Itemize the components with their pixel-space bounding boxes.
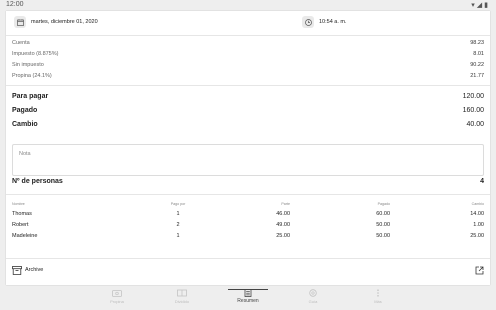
people-count-row[interactable]: Nº de personas 4 bbox=[12, 178, 484, 194]
cell-change: 14.00 bbox=[470, 211, 484, 217]
people-table: Nombre Pago por Parte Pagado Cambio Thom… bbox=[12, 200, 484, 244]
cell-pay-by: 1 bbox=[176, 211, 180, 217]
nav-item-mas[interactable]: Más bbox=[348, 289, 408, 304]
cell-name: Thomas bbox=[12, 211, 32, 217]
cell-paid: 50.00 bbox=[376, 233, 390, 239]
nav-item-guia[interactable]: Guía bbox=[283, 289, 343, 304]
total-value: 40.00 bbox=[466, 121, 484, 128]
nav-label: Dividido bbox=[174, 299, 190, 304]
people-label: Nº de personas bbox=[12, 178, 63, 185]
people-count: 4 bbox=[480, 178, 484, 185]
cell-paid: 60.00 bbox=[376, 211, 390, 217]
cell-name: Robert bbox=[12, 222, 29, 228]
status-bar: 12:00 ▾◢▮ bbox=[0, 0, 496, 11]
header-pago-por: Pago por bbox=[170, 202, 186, 206]
summary-label: Cuenta bbox=[12, 40, 30, 46]
divider bbox=[6, 85, 490, 86]
cell-paid: 50.00 bbox=[376, 222, 390, 228]
time-value[interactable]: 10:54 a. m. bbox=[319, 19, 347, 25]
summary-value: 90.22 bbox=[470, 62, 484, 68]
status-time: 12:00 bbox=[6, 1, 24, 8]
cell-name: Madeleine bbox=[12, 233, 38, 239]
header-parte: Parte bbox=[281, 202, 290, 206]
archive-icon[interactable] bbox=[12, 266, 22, 275]
summary-value: 21.77 bbox=[470, 73, 484, 79]
clock-icon[interactable] bbox=[302, 16, 314, 28]
cell-share: 25.00 bbox=[276, 233, 290, 239]
open-external-icon[interactable] bbox=[475, 266, 484, 275]
guide-icon bbox=[309, 289, 317, 297]
nav-item-resumen[interactable]: Resumen bbox=[218, 289, 278, 304]
archive-row: Archive bbox=[6, 264, 490, 278]
table-header: Nombre Pago por Parte Pagado Cambio bbox=[12, 200, 484, 211]
total-label: Para pagar bbox=[12, 93, 49, 100]
table-row[interactable]: Robert 2 49.00 50.00 1.00 bbox=[12, 222, 484, 233]
header-cambio: Cambio bbox=[471, 202, 484, 206]
archive-button[interactable]: Archive bbox=[25, 267, 43, 273]
cell-share: 46.00 bbox=[276, 211, 290, 217]
summary-label: Sin impuesto bbox=[12, 62, 44, 68]
nav-label: Más bbox=[374, 299, 382, 304]
note-placeholder: Nota bbox=[19, 151, 31, 157]
calendar-icon[interactable] bbox=[14, 16, 26, 28]
bottom-navigation: Propina Dividido Resumen Guía Más bbox=[0, 287, 496, 310]
divider bbox=[6, 258, 490, 259]
header-pagado: Pagado bbox=[377, 202, 390, 206]
nav-label: Guía bbox=[308, 299, 318, 304]
total-label: Pagado bbox=[12, 107, 38, 114]
cell-pay-by: 2 bbox=[176, 222, 180, 228]
divider bbox=[6, 194, 490, 195]
total-label: Cambio bbox=[12, 121, 38, 128]
date-value[interactable]: martes, diciembre 01, 2020 bbox=[31, 19, 98, 25]
datetime-row: martes, diciembre 01, 2020 10:54 a. m. bbox=[6, 11, 490, 36]
summary-label: Impuesto (8.875%) bbox=[12, 51, 59, 57]
nav-item-propina[interactable]: Propina bbox=[87, 289, 147, 304]
table-row[interactable]: Madeleine 1 25.00 50.00 25.00 bbox=[12, 233, 484, 244]
active-tab-indicator bbox=[228, 289, 268, 290]
total-value: 120.00 bbox=[462, 93, 484, 100]
note-field[interactable]: Nota bbox=[12, 144, 484, 176]
summary-card: martes, diciembre 01, 2020 10:54 a. m. C… bbox=[6, 11, 490, 285]
status-icons: ▾◢▮ bbox=[471, 2, 490, 9]
nav-label: Resumen bbox=[237, 298, 259, 304]
table-row[interactable]: Thomas 1 46.00 60.00 14.00 bbox=[12, 211, 484, 222]
cell-pay-by: 1 bbox=[176, 233, 180, 239]
summary-value: 8.01 bbox=[473, 51, 484, 57]
split-icon bbox=[177, 289, 187, 297]
header-nombre: Nombre bbox=[12, 202, 25, 206]
nav-label: Propina bbox=[110, 299, 124, 304]
summary-icon bbox=[244, 289, 252, 297]
total-value: 160.00 bbox=[462, 107, 484, 114]
cell-share: 49.00 bbox=[276, 222, 290, 228]
summary-value: 98.23 bbox=[470, 40, 484, 46]
more-icon bbox=[377, 289, 379, 297]
tip-icon bbox=[112, 290, 122, 297]
nav-item-dividido[interactable]: Dividido bbox=[152, 289, 212, 304]
cell-change: 25.00 bbox=[470, 233, 484, 239]
cell-change: 1.00 bbox=[473, 222, 484, 228]
summary-label: Propina (24.1%) bbox=[12, 73, 52, 79]
